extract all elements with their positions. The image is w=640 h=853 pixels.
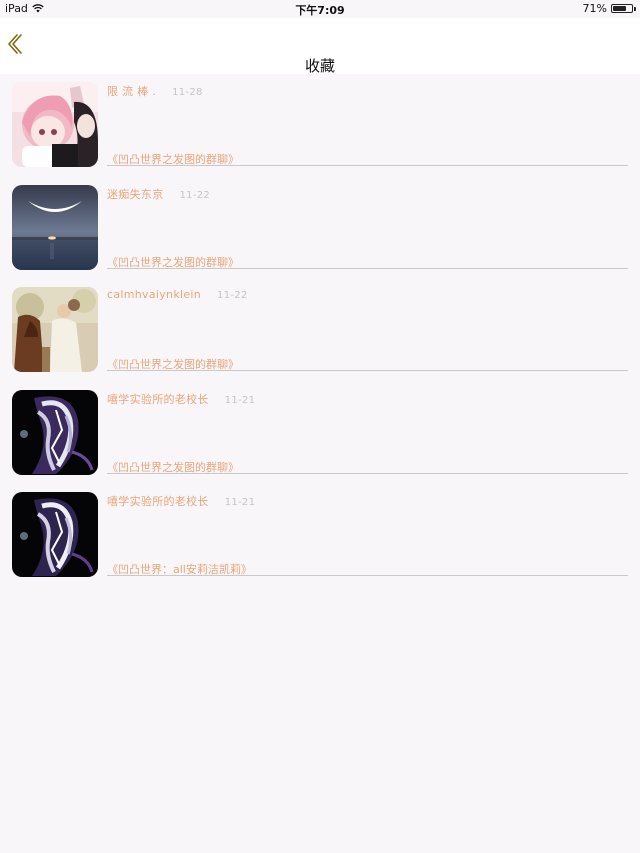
post-date: 11-21 <box>224 497 256 508</box>
status-right: 71% <box>583 2 636 15</box>
post-date: 11-22 <box>217 290 248 301</box>
divider <box>107 370 628 371</box>
status-time: 下午7:09 <box>295 4 345 17</box>
battery-percent: 71% <box>582 2 607 15</box>
author-line: 嘻学实验所的老校长 11-21 <box>107 391 255 407</box>
page-title: 收藏 <box>304 57 335 75</box>
list-item[interactable]: 限 流 棒 . 11-28 《凹凸世界之发图的群聊》 <box>0 74 640 177</box>
post-date: 11-21 <box>224 394 256 406</box>
author-name: 嘻学实验所的老校长 <box>107 392 209 406</box>
list-item[interactable]: 嘻学实验所的老校长 11-21 《凹凸世界之发图的群聊》 <box>0 382 640 485</box>
author-line: calmhvaiynklein 11-22 <box>107 288 248 301</box>
divider <box>107 267 628 269</box>
author-line: 迷痴失东京 11-22 <box>107 186 210 202</box>
battery-tip <box>634 6 636 11</box>
divider <box>107 575 628 576</box>
battery-level <box>613 6 626 11</box>
author-name: calmhvaiynklein <box>107 288 202 301</box>
avatar[interactable] <box>12 287 98 372</box>
author-line: 嘻学实验所的老校长 11-21 <box>107 493 255 509</box>
post-date: 11-28 <box>172 87 203 98</box>
avatar[interactable] <box>12 82 98 167</box>
battery-icon <box>611 4 633 13</box>
list-item[interactable]: calmhvaiynklein 11-22 《凹凸世界之发图的群聊》 <box>0 279 640 382</box>
divider <box>107 165 628 166</box>
post-date: 11-22 <box>179 189 211 201</box>
favorites-list: 限 流 棒 . 11-28 《凹凸世界之发图的群聊》 迷痴失东京 11-22 《… <box>0 74 640 587</box>
avatar[interactable] <box>12 184 98 270</box>
author-line: 限 流 棒 . 11-28 <box>107 83 203 99</box>
status-bar: iPad 下午7:09 71% <box>0 0 640 18</box>
divider <box>107 472 628 474</box>
list-item[interactable]: 嘻学实验所的老校长 11-21 《凹凸世界：all安莉洁凯莉》 <box>0 484 640 587</box>
navigation-bar: 收藏 <box>0 18 640 75</box>
author-name: 限 流 棒 . <box>107 85 157 98</box>
author-name: 迷痴失东京 <box>107 187 164 201</box>
avatar[interactable] <box>12 492 98 577</box>
avatar[interactable] <box>12 389 98 475</box>
list-item[interactable]: 迷痴失东京 11-22 《凹凸世界之发图的群聊》 <box>0 177 640 280</box>
author-name: 嘻学实验所的老校长 <box>107 495 209 508</box>
